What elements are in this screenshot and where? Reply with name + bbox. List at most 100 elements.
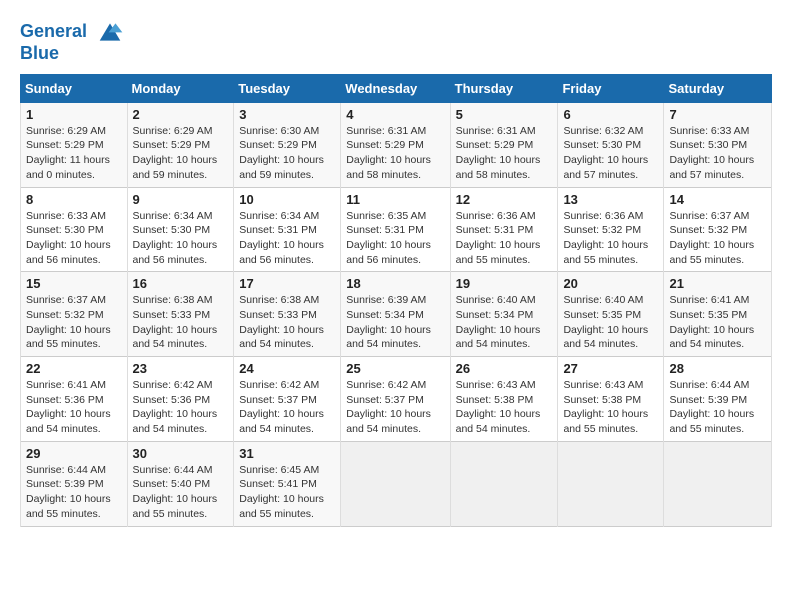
- day-detail: Sunrise: 6:44 AMSunset: 5:40 PMDaylight:…: [133, 463, 229, 522]
- calendar-cell: 27 Sunrise: 6:43 AMSunset: 5:38 PMDaylig…: [558, 357, 664, 442]
- day-number: 10: [239, 192, 335, 207]
- calendar-cell: 17 Sunrise: 6:38 AMSunset: 5:33 PMDaylig…: [234, 272, 341, 357]
- day-detail: Sunrise: 6:43 AMSunset: 5:38 PMDaylight:…: [456, 378, 553, 437]
- week-row: 22 Sunrise: 6:41 AMSunset: 5:36 PMDaylig…: [21, 357, 772, 442]
- col-saturday: Saturday: [664, 74, 772, 102]
- calendar-cell: 11 Sunrise: 6:35 AMSunset: 5:31 PMDaylig…: [341, 187, 450, 272]
- calendar-cell: [450, 441, 558, 526]
- day-number: 3: [239, 107, 335, 122]
- calendar-cell: 16 Sunrise: 6:38 AMSunset: 5:33 PMDaylig…: [127, 272, 234, 357]
- calendar-cell: 12 Sunrise: 6:36 AMSunset: 5:31 PMDaylig…: [450, 187, 558, 272]
- col-tuesday: Tuesday: [234, 74, 341, 102]
- day-number: 9: [133, 192, 229, 207]
- logo-text: General: [20, 20, 124, 44]
- header-row: Sunday Monday Tuesday Wednesday Thursday…: [21, 74, 772, 102]
- logo: General Blue: [20, 20, 124, 64]
- week-row: 15 Sunrise: 6:37 AMSunset: 5:32 PMDaylig…: [21, 272, 772, 357]
- col-friday: Friday: [558, 74, 664, 102]
- day-number: 6: [563, 107, 658, 122]
- calendar-cell: 2 Sunrise: 6:29 AMSunset: 5:29 PMDayligh…: [127, 102, 234, 187]
- col-sunday: Sunday: [21, 74, 128, 102]
- day-detail: Sunrise: 6:32 AMSunset: 5:30 PMDaylight:…: [563, 124, 658, 183]
- day-detail: Sunrise: 6:42 AMSunset: 5:37 PMDaylight:…: [346, 378, 444, 437]
- calendar-cell: 20 Sunrise: 6:40 AMSunset: 5:35 PMDaylig…: [558, 272, 664, 357]
- day-number: 13: [563, 192, 658, 207]
- day-detail: Sunrise: 6:41 AMSunset: 5:36 PMDaylight:…: [26, 378, 122, 437]
- calendar-cell: 23 Sunrise: 6:42 AMSunset: 5:36 PMDaylig…: [127, 357, 234, 442]
- day-number: 27: [563, 361, 658, 376]
- calendar-cell: 19 Sunrise: 6:40 AMSunset: 5:34 PMDaylig…: [450, 272, 558, 357]
- week-row: 8 Sunrise: 6:33 AMSunset: 5:30 PMDayligh…: [21, 187, 772, 272]
- day-detail: Sunrise: 6:45 AMSunset: 5:41 PMDaylight:…: [239, 463, 335, 522]
- day-detail: Sunrise: 6:43 AMSunset: 5:38 PMDaylight:…: [563, 378, 658, 437]
- calendar-cell: 28 Sunrise: 6:44 AMSunset: 5:39 PMDaylig…: [664, 357, 772, 442]
- calendar-cell: 24 Sunrise: 6:42 AMSunset: 5:37 PMDaylig…: [234, 357, 341, 442]
- calendar-table: Sunday Monday Tuesday Wednesday Thursday…: [20, 74, 772, 527]
- day-number: 28: [669, 361, 766, 376]
- day-number: 24: [239, 361, 335, 376]
- day-detail: Sunrise: 6:35 AMSunset: 5:31 PMDaylight:…: [346, 209, 444, 268]
- calendar-cell: 5 Sunrise: 6:31 AMSunset: 5:29 PMDayligh…: [450, 102, 558, 187]
- day-detail: Sunrise: 6:34 AMSunset: 5:30 PMDaylight:…: [133, 209, 229, 268]
- day-number: 17: [239, 276, 335, 291]
- logo-blue-text: Blue: [20, 44, 124, 64]
- day-number: 4: [346, 107, 444, 122]
- day-detail: Sunrise: 6:38 AMSunset: 5:33 PMDaylight:…: [133, 293, 229, 352]
- day-detail: Sunrise: 6:34 AMSunset: 5:31 PMDaylight:…: [239, 209, 335, 268]
- day-detail: Sunrise: 6:36 AMSunset: 5:31 PMDaylight:…: [456, 209, 553, 268]
- day-number: 20: [563, 276, 658, 291]
- day-number: 12: [456, 192, 553, 207]
- day-detail: Sunrise: 6:33 AMSunset: 5:30 PMDaylight:…: [26, 209, 122, 268]
- day-detail: Sunrise: 6:40 AMSunset: 5:34 PMDaylight:…: [456, 293, 553, 352]
- day-detail: Sunrise: 6:37 AMSunset: 5:32 PMDaylight:…: [669, 209, 766, 268]
- day-number: 23: [133, 361, 229, 376]
- day-detail: Sunrise: 6:33 AMSunset: 5:30 PMDaylight:…: [669, 124, 766, 183]
- day-number: 7: [669, 107, 766, 122]
- day-detail: Sunrise: 6:38 AMSunset: 5:33 PMDaylight:…: [239, 293, 335, 352]
- day-detail: Sunrise: 6:41 AMSunset: 5:35 PMDaylight:…: [669, 293, 766, 352]
- day-number: 22: [26, 361, 122, 376]
- calendar-cell: 29 Sunrise: 6:44 AMSunset: 5:39 PMDaylig…: [21, 441, 128, 526]
- calendar-header: General Blue: [20, 20, 772, 64]
- calendar-cell: 25 Sunrise: 6:42 AMSunset: 5:37 PMDaylig…: [341, 357, 450, 442]
- calendar-cell: 21 Sunrise: 6:41 AMSunset: 5:35 PMDaylig…: [664, 272, 772, 357]
- day-detail: Sunrise: 6:42 AMSunset: 5:37 PMDaylight:…: [239, 378, 335, 437]
- day-detail: Sunrise: 6:39 AMSunset: 5:34 PMDaylight:…: [346, 293, 444, 352]
- day-number: 15: [26, 276, 122, 291]
- day-detail: Sunrise: 6:37 AMSunset: 5:32 PMDaylight:…: [26, 293, 122, 352]
- calendar-cell: [341, 441, 450, 526]
- day-detail: Sunrise: 6:31 AMSunset: 5:29 PMDaylight:…: [456, 124, 553, 183]
- calendar-cell: 1 Sunrise: 6:29 AMSunset: 5:29 PMDayligh…: [21, 102, 128, 187]
- day-detail: Sunrise: 6:31 AMSunset: 5:29 PMDaylight:…: [346, 124, 444, 183]
- calendar-cell: 4 Sunrise: 6:31 AMSunset: 5:29 PMDayligh…: [341, 102, 450, 187]
- day-number: 11: [346, 192, 444, 207]
- day-number: 19: [456, 276, 553, 291]
- day-number: 29: [26, 446, 122, 461]
- calendar-cell: 13 Sunrise: 6:36 AMSunset: 5:32 PMDaylig…: [558, 187, 664, 272]
- calendar-cell: 6 Sunrise: 6:32 AMSunset: 5:30 PMDayligh…: [558, 102, 664, 187]
- col-monday: Monday: [127, 74, 234, 102]
- day-number: 30: [133, 446, 229, 461]
- col-thursday: Thursday: [450, 74, 558, 102]
- calendar-cell: 15 Sunrise: 6:37 AMSunset: 5:32 PMDaylig…: [21, 272, 128, 357]
- day-number: 18: [346, 276, 444, 291]
- day-detail: Sunrise: 6:42 AMSunset: 5:36 PMDaylight:…: [133, 378, 229, 437]
- calendar-cell: 3 Sunrise: 6:30 AMSunset: 5:29 PMDayligh…: [234, 102, 341, 187]
- calendar-cell: 10 Sunrise: 6:34 AMSunset: 5:31 PMDaylig…: [234, 187, 341, 272]
- day-number: 21: [669, 276, 766, 291]
- week-row: 29 Sunrise: 6:44 AMSunset: 5:39 PMDaylig…: [21, 441, 772, 526]
- day-detail: Sunrise: 6:36 AMSunset: 5:32 PMDaylight:…: [563, 209, 658, 268]
- day-number: 5: [456, 107, 553, 122]
- day-number: 1: [26, 107, 122, 122]
- day-number: 16: [133, 276, 229, 291]
- col-wednesday: Wednesday: [341, 74, 450, 102]
- calendar-cell: 30 Sunrise: 6:44 AMSunset: 5:40 PMDaylig…: [127, 441, 234, 526]
- day-number: 14: [669, 192, 766, 207]
- week-row: 1 Sunrise: 6:29 AMSunset: 5:29 PMDayligh…: [21, 102, 772, 187]
- calendar-cell: 9 Sunrise: 6:34 AMSunset: 5:30 PMDayligh…: [127, 187, 234, 272]
- day-number: 25: [346, 361, 444, 376]
- calendar-cell: 7 Sunrise: 6:33 AMSunset: 5:30 PMDayligh…: [664, 102, 772, 187]
- calendar-cell: 26 Sunrise: 6:43 AMSunset: 5:38 PMDaylig…: [450, 357, 558, 442]
- calendar-cell: 31 Sunrise: 6:45 AMSunset: 5:41 PMDaylig…: [234, 441, 341, 526]
- day-detail: Sunrise: 6:29 AMSunset: 5:29 PMDaylight:…: [133, 124, 229, 183]
